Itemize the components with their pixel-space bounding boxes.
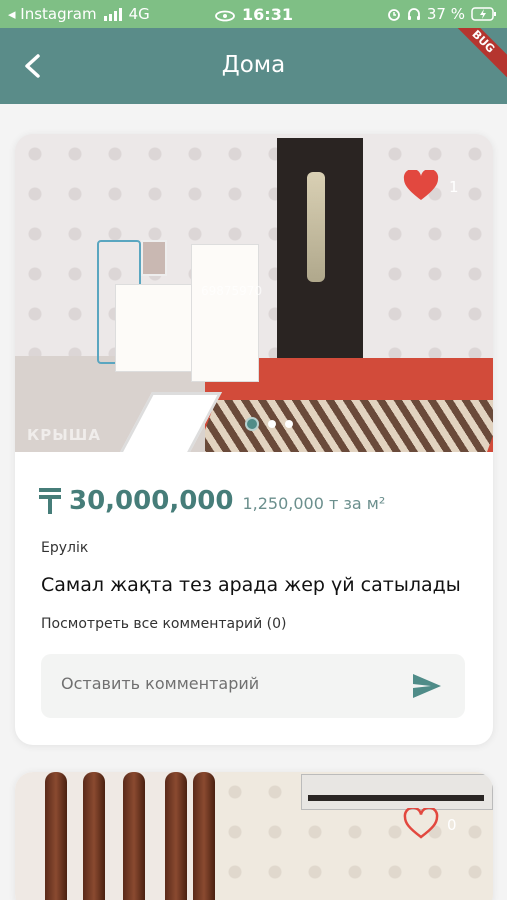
comment-input[interactable] [61,674,381,693]
alarm-icon [387,9,400,21]
battery-charging-icon [471,7,496,21]
page-title: Дома [221,52,286,78]
view-comments-link[interactable]: Посмотреть все комментарий (0) [41,616,286,632]
price: 30,000,000 [69,486,234,516]
photo-logo: КРЫША [27,426,101,444]
air-conditioner [301,774,493,810]
battery-percent: 37 % [426,5,465,23]
price-per-m2: 1,250,000 т за м² [242,494,386,513]
carousel-dot[interactable] [245,417,259,431]
favorites-count: 0 [447,816,457,834]
carousel-dot[interactable] [285,420,293,428]
carousel-dot[interactable] [268,420,276,428]
listing-photo[interactable]: 69875970 КРЫША 1 [15,134,493,452]
district-label: Ерулік [41,540,89,556]
clock: 16:31 [242,5,293,24]
favorites-count: 1 [449,178,459,196]
send-icon[interactable] [411,672,443,700]
listing-photo[interactable]: 0 [15,772,493,900]
photo-watermark: 69875970 [201,284,263,298]
debug-banner: BUG [447,28,507,84]
listing-card[interactable]: 69875970 КРЫША 1 30,000,000 1,250,000 т … [15,134,493,745]
rug [194,400,493,452]
nav-bar: Дома [0,28,507,104]
comment-box [41,654,465,718]
vpn-icon [215,10,235,21]
carousel-indicator [245,417,293,431]
tenge-icon [39,488,61,514]
listing-card[interactable]: 0 [15,772,493,900]
listing-title[interactable]: Самал жақта тез арада жер үй сатылады [41,574,461,596]
headphones-icon [407,8,420,20]
favorite-heart-icon[interactable] [403,170,439,202]
cabinet [191,244,259,382]
dresser [115,284,193,372]
door [277,138,363,364]
price-row: 30,000,000 1,250,000 т за м² [39,486,385,516]
favorite-heart-outline-icon[interactable] [403,808,439,840]
status-bar: ◂ Instagram 4G 16:31 37 % [0,0,507,28]
